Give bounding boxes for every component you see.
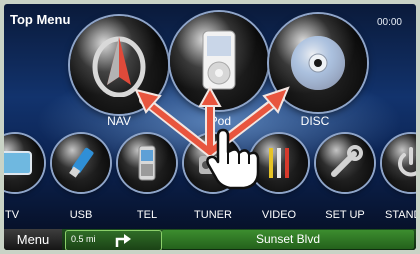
menu-button[interactable]: Menu: [4, 229, 62, 250]
bottom-bar: Menu 0.5 mi Sunset Blvd: [4, 229, 416, 250]
turn-right-icon: [115, 234, 131, 247]
street-name: Sunset Blvd: [255, 232, 321, 246]
nav-guidance[interactable]: 0.5 mi: [65, 230, 162, 250]
gesture-overlay: [134, 85, 290, 190]
arrow-to-nav: [147, 102, 213, 155]
street-panel[interactable]: Sunset Blvd: [162, 230, 414, 249]
top-menu-screen: Top Menu 00:00 NAV iPod DISC TV USB TEL …: [4, 4, 416, 250]
turn-distance: 0.5 mi: [71, 234, 96, 244]
